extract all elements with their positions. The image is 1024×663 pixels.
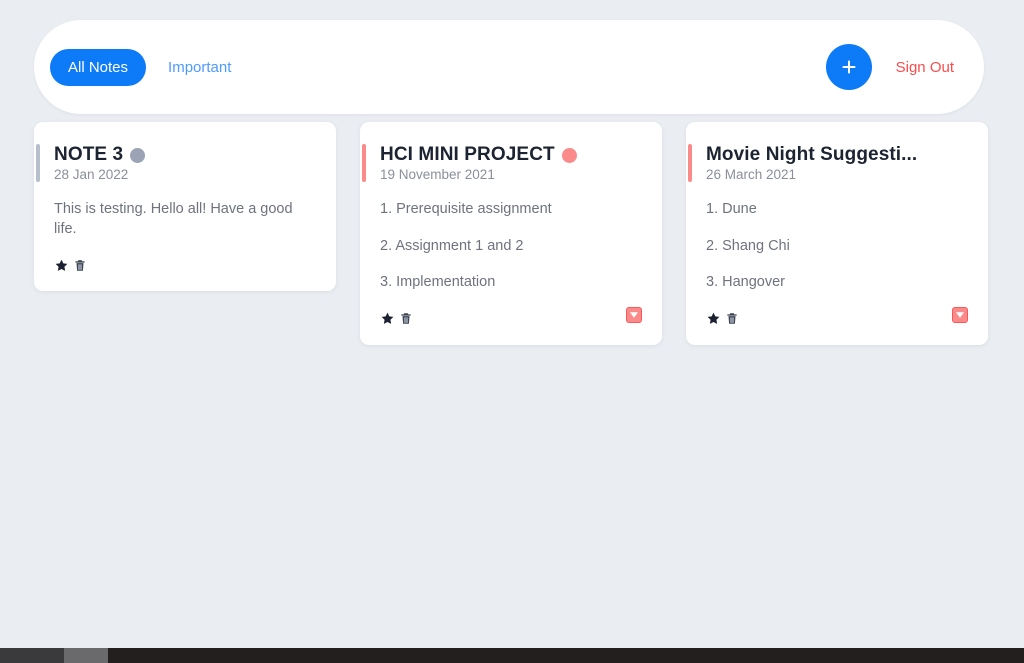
note-title-row: Movie Night Suggesti... <box>706 144 968 166</box>
star-icon[interactable] <box>706 311 721 326</box>
note-line: 1. Prerequisite assignment <box>380 200 642 220</box>
star-icon[interactable] <box>380 311 395 326</box>
trash-icon[interactable] <box>399 311 413 326</box>
note-date: 19 November 2021 <box>380 167 642 182</box>
note-accent-bar <box>688 144 692 182</box>
add-note-button[interactable] <box>826 44 872 90</box>
note-card[interactable]: HCI MINI PROJECT 19 November 2021 1. Pre… <box>360 122 662 345</box>
note-title: Movie Night Suggesti... <box>706 144 917 166</box>
note-accent-bar <box>36 144 40 182</box>
note-card[interactable]: NOTE 3 28 Jan 2022 This is testing. Hell… <box>34 122 336 291</box>
note-body: 1. Prerequisite assignment 2. Assignment… <box>380 200 642 293</box>
note-title: NOTE 3 <box>54 144 123 166</box>
header-actions: Sign Out <box>826 44 956 90</box>
note-actions <box>54 255 316 275</box>
note-line: This is testing. Hello all! Have a good … <box>54 200 316 239</box>
note-actions <box>706 309 968 329</box>
app-header: All Notes Important Sign Out <box>34 20 984 114</box>
star-icon[interactable] <box>54 258 69 273</box>
note-status-dot <box>130 148 145 163</box>
sign-out-button[interactable]: Sign Out <box>894 55 956 80</box>
note-body: This is testing. Hello all! Have a good … <box>54 200 316 239</box>
note-line: 3. Implementation <box>380 273 642 293</box>
note-line: 2. Assignment 1 and 2 <box>380 237 642 257</box>
note-line: 2. Shang Chi <box>706 237 968 257</box>
note-card[interactable]: Movie Night Suggesti... 26 March 2021 1.… <box>686 122 988 345</box>
note-actions <box>380 309 642 329</box>
note-date: 28 Jan 2022 <box>54 167 316 182</box>
plus-icon-vertical <box>848 61 850 74</box>
note-date: 26 March 2021 <box>706 167 968 182</box>
tab-important[interactable]: Important <box>150 49 249 86</box>
chevron-down-icon[interactable] <box>626 307 642 323</box>
notes-grid: NOTE 3 28 Jan 2022 This is testing. Hell… <box>34 122 990 345</box>
chevron-down-icon[interactable] <box>952 307 968 323</box>
trash-icon[interactable] <box>73 258 87 273</box>
notes-app: All Notes Important Sign Out NOTE 3 28 J… <box>0 0 1024 648</box>
note-title-row: HCI MINI PROJECT <box>380 144 642 166</box>
os-taskbar-strip <box>0 648 1024 663</box>
taskbar-segment-two <box>64 648 108 663</box>
note-line: 1. Dune <box>706 200 968 220</box>
note-line: 3. Hangover <box>706 273 968 293</box>
note-title: HCI MINI PROJECT <box>380 144 555 166</box>
tab-all-notes[interactable]: All Notes <box>50 49 146 86</box>
note-accent-bar <box>362 144 366 182</box>
note-status-dot <box>562 148 577 163</box>
nav-tabs: All Notes Important <box>50 49 249 86</box>
trash-icon[interactable] <box>725 311 739 326</box>
note-body: 1. Dune 2. Shang Chi 3. Hangover <box>706 200 968 293</box>
note-title-row: NOTE 3 <box>54 144 316 166</box>
taskbar-segment-one <box>0 648 64 663</box>
